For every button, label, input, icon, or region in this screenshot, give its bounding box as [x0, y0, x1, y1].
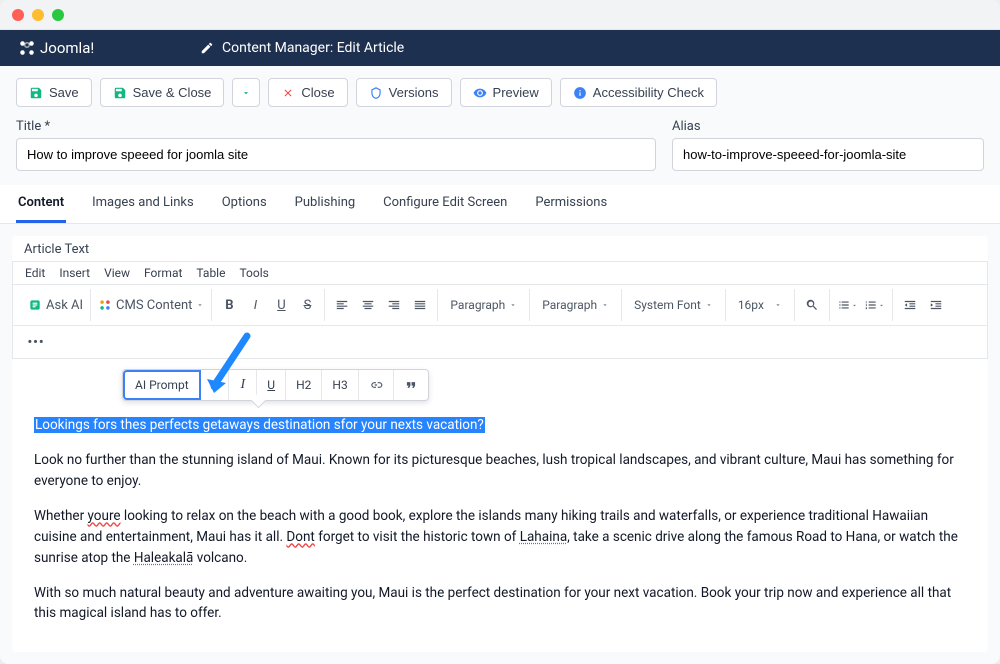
brand-name: Joomla!: [40, 39, 94, 57]
pencil-icon: [200, 41, 214, 55]
quote-icon: [404, 378, 418, 392]
menu-view[interactable]: View: [104, 266, 130, 280]
chevron-down-icon: [774, 301, 782, 309]
tab-content[interactable]: Content: [16, 185, 66, 223]
editor-body[interactable]: AI Prompt B I U H2 H3 Lookings fors thes…: [12, 359, 988, 652]
float-link-button[interactable]: [359, 370, 394, 400]
search-icon: [805, 298, 819, 312]
title-label: Title *: [16, 119, 656, 134]
style-select[interactable]: Paragraph: [534, 292, 617, 318]
editor-overflow-row: •••: [12, 326, 988, 359]
save-icon: [29, 86, 43, 100]
accessibility-button[interactable]: Accessibility Check: [560, 78, 717, 107]
float-underline-button[interactable]: U: [257, 370, 286, 400]
cms-content-button[interactable]: CMS Content: [95, 292, 207, 318]
tab-publishing[interactable]: Publishing: [293, 185, 358, 223]
bold-button[interactable]: B: [216, 292, 242, 318]
menu-format[interactable]: Format: [144, 266, 182, 280]
menu-edit[interactable]: Edit: [25, 266, 45, 280]
chevron-down-icon: [196, 301, 204, 309]
font-size-select[interactable]: 16px: [730, 292, 790, 318]
window-minimize-dot[interactable]: [32, 9, 44, 21]
close-icon: [281, 86, 295, 100]
page-title: Content Manager: Edit Article: [200, 40, 404, 56]
ai-prompt-button[interactable]: AI Prompt: [123, 370, 201, 400]
versions-button[interactable]: Versions: [356, 78, 452, 107]
chevron-down-icon: [705, 301, 713, 309]
float-bold-button[interactable]: B: [201, 370, 230, 400]
editor-menubar: Edit Insert View Format Table Tools: [12, 261, 988, 285]
article-content[interactable]: Lookings fors thes perfects getaways des…: [34, 415, 966, 624]
font-family-select[interactable]: System Font: [626, 292, 721, 318]
italic-button[interactable]: I: [242, 292, 268, 318]
preview-button[interactable]: Preview: [460, 78, 552, 107]
paragraph: With so much natural beauty and adventur…: [34, 583, 966, 625]
float-h3-button[interactable]: H3: [322, 370, 358, 400]
menu-tools[interactable]: Tools: [239, 266, 268, 280]
strike-button[interactable]: S: [294, 292, 320, 318]
tab-configure-edit[interactable]: Configure Edit Screen: [381, 185, 509, 223]
tab-images-links[interactable]: Images and Links: [90, 185, 196, 223]
editor-toolbar: Ask AI CMS Content B I U S Paragraph P: [12, 285, 988, 326]
article-text-label: Article Text: [12, 236, 988, 261]
save-button[interactable]: Save: [16, 78, 92, 107]
chevron-down-icon: [878, 302, 885, 309]
floating-toolbar: AI Prompt B I U H2 H3: [122, 369, 429, 401]
align-justify-button[interactable]: [407, 292, 433, 318]
window-maximize-dot[interactable]: [52, 9, 64, 21]
alias-input[interactable]: [672, 138, 984, 171]
menu-table[interactable]: Table: [196, 266, 225, 280]
chevron-down-icon: [601, 301, 609, 309]
ai-icon: [28, 298, 42, 312]
link-icon: [369, 378, 383, 392]
brand-logo: Joomla!: [0, 39, 200, 57]
chevron-down-icon: [241, 88, 251, 98]
chevron-down-icon: [851, 302, 858, 309]
tab-options[interactable]: Options: [220, 185, 269, 223]
block-format-select[interactable]: Paragraph: [442, 292, 525, 318]
bullet-list-button[interactable]: [834, 292, 861, 318]
close-button[interactable]: Close: [268, 78, 347, 107]
underline-button[interactable]: U: [268, 292, 294, 318]
info-icon: [573, 86, 587, 100]
ask-ai-button[interactable]: Ask AI: [25, 292, 86, 318]
align-left-button[interactable]: [329, 292, 355, 318]
app-header: Joomla! Content Manager: Edit Article: [0, 30, 1000, 66]
alias-label: Alias: [672, 119, 984, 134]
search-button[interactable]: [799, 292, 825, 318]
tab-permissions[interactable]: Permissions: [533, 185, 609, 223]
float-quote-button[interactable]: [394, 370, 428, 400]
save-close-button[interactable]: Save & Close: [100, 78, 225, 107]
save-icon: [113, 86, 127, 100]
versions-icon: [369, 86, 383, 100]
number-list-button[interactable]: [861, 292, 888, 318]
paragraph: Look no further than the stunning island…: [34, 450, 966, 492]
joomla-icon: [18, 39, 36, 57]
paragraph: Whether youre looking to relax on the be…: [34, 506, 966, 569]
chevron-down-icon: [509, 301, 517, 309]
align-right-button[interactable]: [381, 292, 407, 318]
float-h2-button[interactable]: H2: [286, 370, 322, 400]
outdent-button[interactable]: [897, 292, 923, 318]
float-italic-button[interactable]: I: [229, 370, 257, 400]
more-tools-button[interactable]: •••: [23, 332, 49, 352]
tab-bar: Content Images and Links Options Publish…: [0, 185, 1000, 224]
indent-button[interactable]: [923, 292, 949, 318]
menu-insert[interactable]: Insert: [59, 266, 90, 280]
eye-icon: [473, 86, 487, 100]
joomla-icon: [98, 298, 112, 312]
title-input[interactable]: [16, 138, 656, 171]
save-dropdown-button[interactable]: [232, 78, 260, 107]
align-center-button[interactable]: [355, 292, 381, 318]
window-titlebar: [0, 0, 1000, 30]
selected-text: Lookings fors thes perfects getaways des…: [34, 417, 485, 433]
window-close-dot[interactable]: [12, 9, 24, 21]
action-toolbar: Save Save & Close Close Versions Preview…: [0, 66, 1000, 119]
